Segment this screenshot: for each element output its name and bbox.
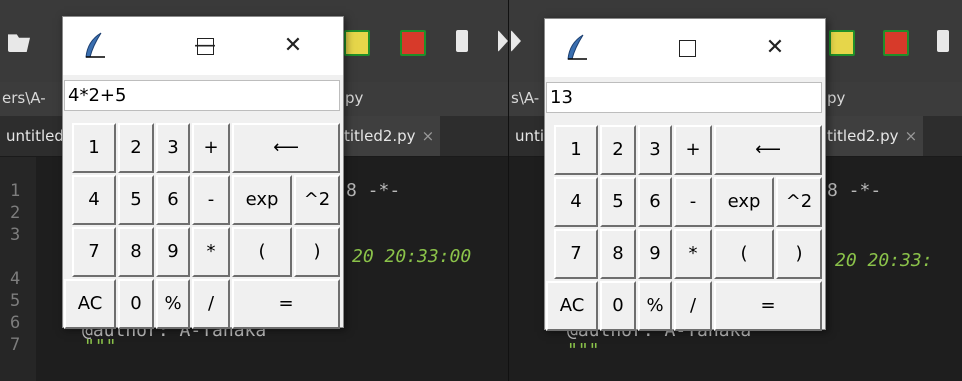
tab-label: titled2.py (827, 127, 899, 145)
key-7[interactable]: 7 (72, 227, 116, 277)
key-backspace[interactable]: ⟵ (714, 125, 822, 175)
code-text: """ (84, 336, 117, 357)
run-cell-icon[interactable] (883, 30, 909, 56)
key-clear[interactable]: AC (64, 279, 116, 329)
close-tab-icon[interactable]: × (422, 127, 435, 145)
run-cell-icon[interactable] (400, 30, 426, 56)
key-2[interactable]: 2 (118, 123, 154, 173)
key-3[interactable]: 3 (156, 123, 190, 173)
tab-untitled[interactable]: untitled (0, 116, 70, 156)
key-0[interactable]: 0 (118, 279, 154, 329)
run-file-icon[interactable] (829, 30, 855, 56)
code-text: """ (567, 340, 600, 361)
key-equals[interactable]: = (714, 281, 822, 331)
key-exp[interactable]: exp (714, 177, 774, 227)
key-exp[interactable]: exp (232, 175, 292, 225)
key-8[interactable]: 8 (600, 229, 636, 279)
left-screenshot: ers\A- py untitled titled2.py × 1 2 3 4 5… (0, 0, 508, 381)
key-8[interactable]: 8 (118, 227, 154, 277)
key-6[interactable]: 6 (156, 175, 190, 225)
key-4[interactable]: 4 (72, 175, 116, 225)
key-2[interactable]: 2 (600, 125, 636, 175)
key-left-paren[interactable]: ( (232, 227, 292, 277)
calculator-window: ✕ 13 1 2 3 + ⟵ 4 5 6 - exp ^2 7 8 9 * ( … (544, 18, 826, 331)
key-1[interactable]: 1 (72, 123, 116, 173)
key-0[interactable]: 0 (600, 281, 636, 331)
key-right-paren[interactable]: ) (294, 227, 340, 277)
maximize-icon (678, 39, 696, 57)
key-multiply[interactable]: * (192, 227, 230, 277)
calculator-window: — ✕ 4*2+5 1 2 3 + ⟵ 4 5 6 - exp ^2 7 8 9… (62, 16, 344, 329)
path-suffix: py (827, 89, 846, 107)
key-1[interactable]: 1 (554, 125, 598, 175)
line-number: 3 (10, 225, 21, 245)
key-5[interactable]: 5 (118, 175, 154, 225)
code-text: 8 -*- (827, 180, 882, 201)
key-backspace[interactable]: ⟵ (232, 123, 340, 173)
key-right-paren[interactable]: ) (776, 229, 822, 279)
close-icon: ✕ (765, 35, 785, 60)
line-number: 4 (10, 269, 21, 289)
key-3[interactable]: 3 (638, 125, 672, 175)
key-multiply[interactable]: * (674, 229, 712, 279)
key-square[interactable]: ^2 (294, 175, 340, 225)
tab-untitled2[interactable]: titled2.py × (338, 116, 441, 156)
title-bar: — ✕ (63, 17, 343, 75)
code-text: 20 20:33: (835, 250, 933, 271)
close-icon: ✕ (283, 33, 303, 58)
key-minus[interactable]: - (192, 175, 230, 225)
line-gutter: 1 2 3 4 5 6 7 (0, 157, 36, 381)
close-tab-icon[interactable]: × (905, 127, 918, 145)
run-file-icon[interactable] (344, 30, 370, 56)
run-selection-icon[interactable] (937, 30, 949, 52)
line-number: 1 (10, 181, 21, 201)
key-plus[interactable]: + (674, 125, 712, 175)
path-text: ers\A- (2, 89, 46, 107)
path-text: s\A- (511, 89, 540, 107)
key-4[interactable]: 4 (554, 177, 598, 227)
line-number: 5 (10, 291, 21, 311)
key-6[interactable]: 6 (638, 177, 672, 227)
tab-untitled2[interactable]: titled2.py × (821, 116, 924, 156)
debug-icon[interactable] (511, 30, 521, 52)
tab-label: untitled (6, 127, 64, 145)
maximize-button[interactable] (667, 33, 707, 63)
code-text: 8 -*- (346, 180, 401, 201)
calculator-display[interactable]: 13 (546, 82, 822, 113)
run-selection-icon[interactable] (456, 30, 468, 52)
title-bar: ✕ (545, 19, 825, 77)
feather-icon (85, 32, 105, 58)
feather-icon (567, 34, 587, 60)
path-suffix: py (345, 89, 364, 107)
close-button[interactable]: ✕ (273, 31, 313, 61)
line-number: 7 (10, 335, 21, 355)
key-divide[interactable]: / (674, 281, 712, 331)
key-percent[interactable]: % (156, 279, 190, 329)
key-5[interactable]: 5 (600, 177, 636, 227)
code-text: 20 20:33:00 (352, 246, 472, 267)
key-square[interactable]: ^2 (776, 177, 822, 227)
open-folder-icon[interactable] (8, 34, 30, 52)
key-percent[interactable]: % (638, 281, 672, 331)
right-screenshot: s\A- py untitled titled2.py× 8 -*- 20 20… (509, 0, 962, 381)
tab-label: titled2.py (344, 127, 416, 145)
key-clear[interactable]: AC (546, 281, 598, 331)
calculator-display[interactable]: 4*2+5 (64, 80, 340, 111)
key-9[interactable]: 9 (638, 229, 672, 279)
key-divide[interactable]: / (192, 279, 230, 329)
key-9[interactable]: 9 (156, 227, 190, 277)
maximize-icon (196, 38, 214, 55)
key-left-paren[interactable]: ( (714, 229, 774, 279)
line-number: 2 (10, 203, 21, 223)
maximize-button[interactable] (185, 31, 225, 61)
debug-icon[interactable] (498, 30, 508, 52)
key-7[interactable]: 7 (554, 229, 598, 279)
key-plus[interactable]: + (192, 123, 230, 173)
close-button[interactable]: ✕ (755, 33, 795, 63)
line-number: 6 (10, 313, 21, 333)
key-equals[interactable]: = (232, 279, 340, 329)
key-minus[interactable]: - (674, 177, 712, 227)
